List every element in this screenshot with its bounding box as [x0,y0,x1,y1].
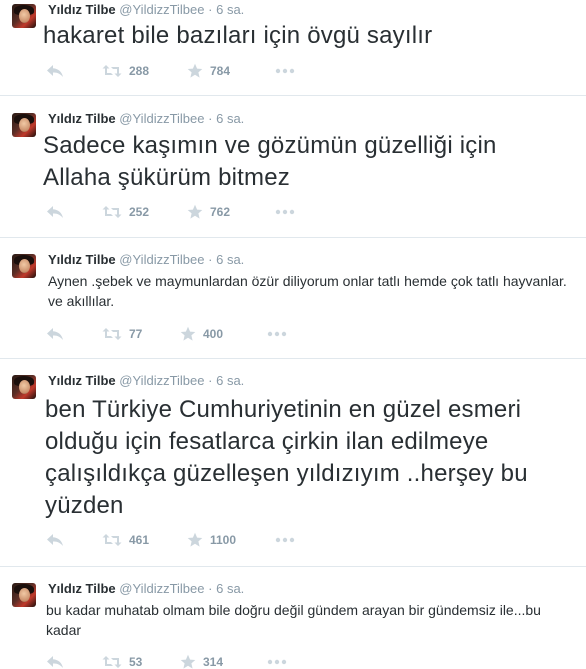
reply-icon [47,206,63,218]
display-name[interactable]: Yıldız Tilbe [48,373,116,388]
avatar[interactable] [12,583,36,607]
tweet: Yıldız Tilbe @YildizzTilbee · 6 sa. Ayne… [0,238,586,359]
favorite-button[interactable]: 1100 [187,532,236,548]
more-icon [267,659,287,665]
star-icon [187,204,203,219]
more-icon [275,537,295,543]
retweet-icon [102,65,122,77]
tweet-header: Yıldız Tilbe @YildizzTilbee · 6 sa. [48,2,244,18]
retweet-icon [102,534,122,546]
retweet-count: 461 [129,533,150,547]
more-button[interactable] [275,63,295,79]
avatar[interactable] [12,254,36,278]
star-icon [187,63,203,78]
separator: · [208,2,213,17]
reply-icon [47,656,63,668]
more-button[interactable] [267,326,287,342]
tweet-text: Sadece kaşımın ve gözümün güzelliği için… [43,132,497,191]
reply-button[interactable] [46,326,64,342]
retweet-icon [102,656,122,668]
more-icon [267,331,287,337]
favorite-button[interactable]: 762 [187,204,230,220]
separator: · [208,252,213,267]
favorite-button[interactable]: 784 [187,63,230,79]
retweet-button[interactable]: 252 [102,204,149,220]
reply-icon [47,328,63,340]
more-button[interactable] [275,532,295,548]
display-name[interactable]: Yıldız Tilbe [48,111,116,126]
more-button[interactable] [267,654,287,669]
favorite-count: 784 [210,64,231,78]
star-icon [180,326,196,341]
favorite-count: 1100 [210,533,237,547]
display-name[interactable]: Yıldız Tilbe [48,581,116,596]
reply-button[interactable] [46,654,64,669]
retweet-button[interactable]: 288 [102,63,149,79]
user-handle[interactable]: @YildizzTilbee [119,581,204,596]
favorite-count: 400 [203,327,224,341]
tweet-text: hakaret bile bazıları için övgü sayılır [43,22,433,49]
tweet-text: ben Türkiye Cumhuriyetinin en güzel esme… [45,396,528,519]
retweet-icon [102,328,122,340]
more-icon [275,68,295,74]
avatar[interactable] [12,4,36,28]
user-handle[interactable]: @YildizzTilbee [119,111,204,126]
retweet-count: 252 [129,205,150,219]
separator: · [208,581,213,596]
separator: · [208,111,213,126]
favorite-button[interactable]: 400 [180,326,223,342]
timestamp[interactable]: 6 sa. [216,111,244,126]
timestamp[interactable]: 6 sa. [216,581,244,596]
timestamp[interactable]: 6 sa. [216,373,244,388]
retweet-icon [102,206,122,218]
more-icon [275,209,295,215]
reply-button[interactable] [46,204,64,220]
user-handle[interactable]: @YildizzTilbee [119,2,204,17]
display-name[interactable]: Yıldız Tilbe [48,2,116,17]
tweet: Yıldız Tilbe @YildizzTilbee · 6 sa. bu k… [0,567,586,669]
tweet-header: Yıldız Tilbe @YildizzTilbee · 6 sa. [48,581,244,597]
star-icon [180,654,196,669]
tweet-header: Yıldız Tilbe @YildizzTilbee · 6 sa. [48,111,244,127]
tweet-header: Yıldız Tilbe @YildizzTilbee · 6 sa. [48,252,244,268]
user-handle[interactable]: @YildizzTilbee [119,252,204,267]
reply-icon [47,534,63,546]
reply-icon [47,65,63,77]
tweet: Yıldız Tilbe @YildizzTilbee · 6 sa. haka… [0,0,586,96]
avatar[interactable] [12,113,36,137]
tweet-text: Aynen .şebek ve maymunlardan özür diliyo… [48,273,567,309]
retweet-count: 288 [129,64,150,78]
timestamp[interactable]: 6 sa. [216,2,244,17]
tweet: Yıldız Tilbe @YildizzTilbee · 6 sa. ben … [0,359,586,567]
retweet-count: 77 [129,327,143,341]
retweet-button[interactable]: 53 [102,654,142,669]
retweet-button[interactable]: 77 [102,326,142,342]
retweet-button[interactable]: 461 [102,532,149,548]
more-button[interactable] [275,204,295,220]
reply-button[interactable] [46,532,64,548]
tweet-text: bu kadar muhatab olmam bile doğru değil … [46,602,541,638]
timestamp[interactable]: 6 sa. [216,252,244,267]
star-icon [187,532,203,547]
avatar[interactable] [12,375,36,399]
tweet-header: Yıldız Tilbe @YildizzTilbee · 6 sa. [48,373,244,389]
display-name[interactable]: Yıldız Tilbe [48,252,116,267]
user-handle[interactable]: @YildizzTilbee [119,373,204,388]
favorite-button[interactable]: 314 [180,654,223,669]
favorite-count: 762 [210,205,231,219]
reply-button[interactable] [46,63,64,79]
separator: · [208,373,213,388]
favorite-count: 314 [203,655,224,669]
tweet: Yıldız Tilbe @YildizzTilbee · 6 sa. Sade… [0,96,586,238]
retweet-count: 53 [129,655,143,669]
